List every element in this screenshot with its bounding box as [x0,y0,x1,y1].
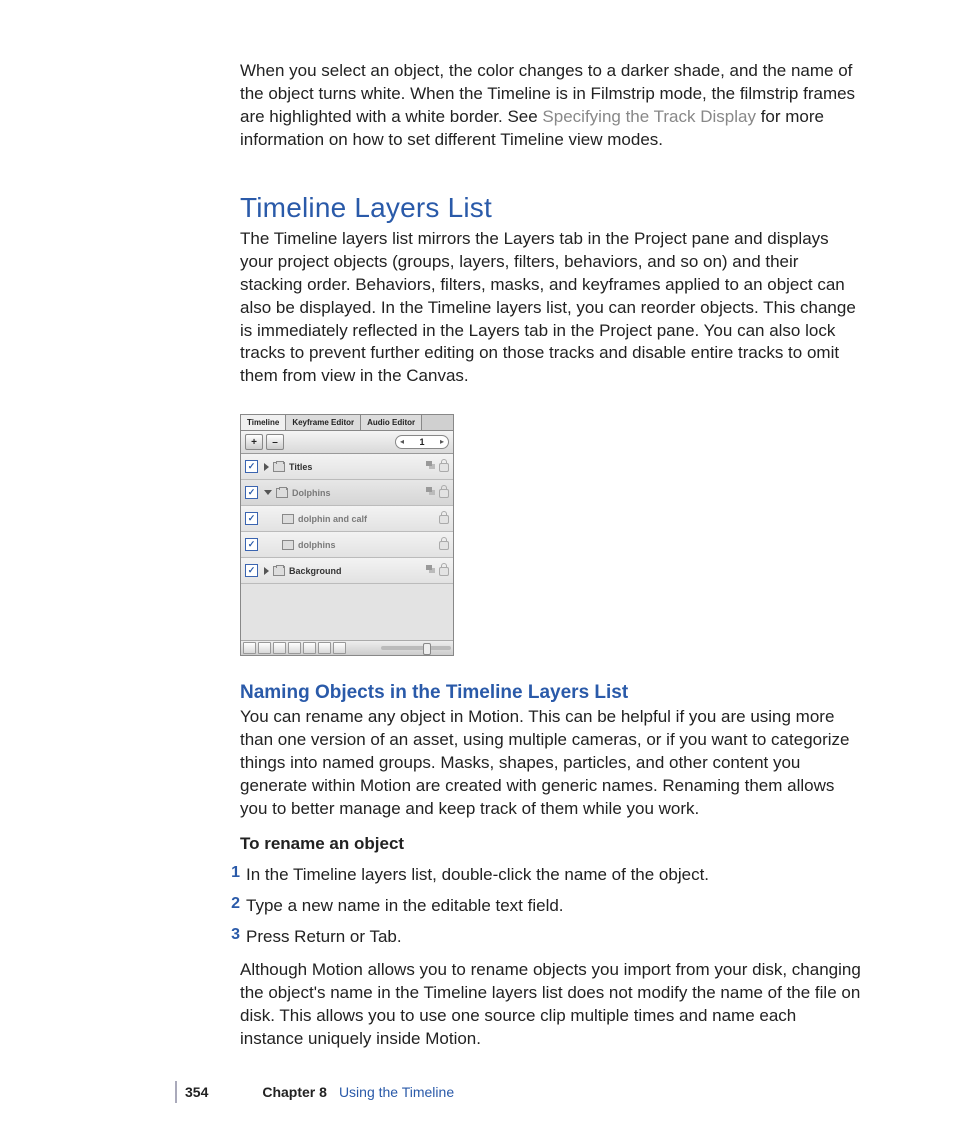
stack-icon [426,487,436,497]
panel-toolbar: + – ◂ 1 ▸ [241,431,453,454]
stack-icon [426,565,436,575]
h1-paragraph: The Timeline layers list mirrors the Lay… [240,228,864,389]
pager-prev-icon[interactable]: ◂ [396,436,408,448]
layer-name[interactable]: dolphin and calf [298,514,367,524]
layer-row[interactable]: dolphins [241,532,453,558]
zoom-slider[interactable] [381,646,451,650]
remove-button[interactable]: – [266,434,284,450]
task-block: To rename an object 1 In the Timeline la… [240,833,864,1051]
manual-page: When you select an object, the color cha… [0,0,954,1145]
layer-row[interactable]: dolphin and calf [241,506,453,532]
step-number: 2 [218,895,246,918]
visibility-checkbox[interactable] [245,564,258,577]
step-row: 2 Type a new name in the editable text f… [240,895,864,918]
tab-audio-editor[interactable]: Audio Editor [361,415,422,430]
group-icon [273,462,285,472]
step-row: 3 Press Return or Tab. [240,926,864,949]
show-hide-button[interactable] [318,642,331,654]
layer-name[interactable]: Dolphins [292,488,331,498]
stack-icon [426,461,436,471]
link-specifying-track-display[interactable]: Specifying the Track Display [542,107,756,126]
page-footer: 354 Chapter 8 Using the Timeline [0,1081,954,1103]
lock-icon[interactable] [439,489,449,498]
panel-bottom-bar [241,641,453,655]
heading-timeline-layers-list: Timeline Layers List [240,192,864,224]
step-text: Press Return or Tab. [246,926,402,949]
step-post-paragraph: Although Motion allows you to rename obj… [240,959,864,1051]
panel-tabs: Timeline Keyframe Editor Audio Editor [241,415,453,431]
show-hide-button[interactable] [303,642,316,654]
step-text: Type a new name in the editable text fie… [246,895,564,918]
pager: ◂ 1 ▸ [395,435,449,449]
step-number: 1 [218,864,246,887]
show-hide-button[interactable] [333,642,346,654]
disclosure-triangle-icon[interactable] [264,567,269,575]
lock-icon[interactable] [439,515,449,524]
tab-keyframe-editor[interactable]: Keyframe Editor [286,415,361,430]
step-row: 1 In the Timeline layers list, double-cl… [240,864,864,887]
h2-paragraph: You can rename any object in Motion. Thi… [240,706,864,821]
heading-naming-objects: Naming Objects in the Timeline Layers Li… [240,682,864,704]
layer-name[interactable]: Titles [289,462,312,472]
lock-icon[interactable] [439,567,449,576]
visibility-checkbox[interactable] [245,460,258,473]
show-hide-button[interactable] [288,642,301,654]
layer-icon [282,514,294,524]
visibility-checkbox[interactable] [245,512,258,525]
pager-next-icon[interactable]: ▸ [436,436,448,448]
show-hide-button[interactable] [273,642,286,654]
disclosure-triangle-icon[interactable] [264,463,269,471]
task-title: To rename an object [240,833,864,856]
layer-row[interactable]: Dolphins [241,480,453,506]
layer-row[interactable]: Titles [241,454,453,480]
layer-icon [282,540,294,550]
page-number: 354 [185,1084,208,1100]
visibility-checkbox[interactable] [245,538,258,551]
show-hide-button[interactable] [243,642,256,654]
empty-list-area [241,584,453,641]
disclosure-triangle-icon[interactable] [264,490,272,495]
layer-name[interactable]: dolphins [298,540,336,550]
chapter-label: Chapter 8 [262,1084,327,1100]
step-text: In the Timeline layers list, double-clic… [246,864,709,887]
chapter-title: Using the Timeline [339,1084,454,1100]
lock-icon[interactable] [439,541,449,550]
layer-name[interactable]: Background [289,566,342,576]
tab-timeline[interactable]: Timeline [241,415,286,430]
intro-paragraph: When you select an object, the color cha… [240,60,864,152]
layer-row[interactable]: Background [241,558,453,584]
group-icon [273,566,285,576]
lock-icon[interactable] [439,463,449,472]
step-number: 3 [218,926,246,949]
visibility-checkbox[interactable] [245,486,258,499]
pager-value: 1 [408,437,436,447]
show-hide-button[interactable] [258,642,271,654]
group-icon [276,488,288,498]
add-button[interactable]: + [245,434,263,450]
figure-timeline-layers-panel: Timeline Keyframe Editor Audio Editor + … [240,414,454,656]
